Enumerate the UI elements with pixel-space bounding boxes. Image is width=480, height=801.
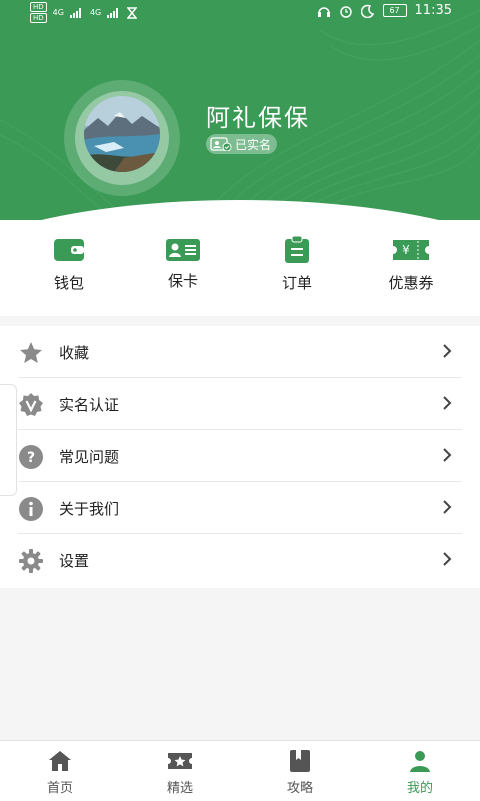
menu-label: 关于我们 — [59, 500, 120, 518]
status-bar: HD HD 4G 4G 67 11:35 — [0, 0, 480, 24]
quick-actions: 钱包 保卡 订单 ¥ 优惠券 — [0, 220, 480, 316]
settings-menu: 收藏 实名认证 ? 常见问题 关于我们 设置 — [0, 326, 480, 588]
featured-icon — [168, 753, 192, 769]
coupons-label: 优惠券 — [388, 274, 434, 292]
id-card-check-icon — [210, 137, 232, 151]
profile-icon — [410, 751, 430, 772]
nav-home[interactable]: 首页 — [0, 749, 120, 796]
username: 阿礼保保 — [206, 104, 310, 132]
orders-button[interactable]: 订单 — [247, 236, 347, 293]
avatar-landscape-image — [84, 96, 160, 172]
star-icon — [20, 342, 42, 363]
chevron-right-icon — [443, 396, 452, 410]
nav-guide[interactable]: 攻略 — [240, 749, 360, 796]
battery-icon: 67 — [382, 4, 407, 17]
nav-label: 精选 — [166, 781, 193, 796]
verified-badge: 已实名 — [206, 134, 278, 154]
menu-label: 收藏 — [59, 344, 90, 362]
wallet-label: 钱包 — [53, 274, 84, 292]
order-icon — [285, 236, 309, 263]
svg-text:¥: ¥ — [402, 243, 410, 257]
nav-profile[interactable]: 我的 — [360, 749, 480, 796]
orders-label: 订单 — [281, 274, 312, 292]
profile-header: HD HD 4G 4G 67 11:35 阿礼保保 已实名 — [0, 0, 480, 220]
insurance-card-button[interactable]: 保卡 — [133, 236, 233, 291]
signal-icon — [69, 7, 81, 18]
status-right: 67 11:35 — [317, 3, 452, 18]
bottom-nav: 首页 精选 攻略 我的 — [0, 740, 480, 801]
nav-label: 我的 — [406, 781, 433, 796]
verified-label: 已实名 — [235, 137, 272, 152]
wallet-icon — [54, 239, 84, 261]
nav-label: 攻略 — [286, 781, 313, 796]
chevron-right-icon — [443, 344, 452, 358]
headset-icon — [317, 6, 330, 17]
verify-icon — [19, 393, 43, 416]
nav-label: 首页 — [46, 781, 73, 796]
menu-item-favorites[interactable]: 收藏 — [0, 326, 480, 378]
chevron-right-icon — [443, 552, 452, 566]
network-label: 4G — [89, 8, 102, 17]
avatar[interactable] — [84, 96, 160, 172]
question-icon: ? — [19, 445, 43, 469]
nav-featured[interactable]: 精选 — [120, 749, 240, 796]
clock: 11:35 — [414, 3, 452, 18]
chevron-right-icon — [443, 448, 452, 462]
network-label: 4G — [52, 8, 64, 17]
svg-text:?: ? — [27, 450, 35, 466]
menu-label: 设置 — [59, 552, 90, 570]
menu-label: 常见问题 — [59, 448, 120, 466]
hd-tag: HD — [30, 2, 47, 12]
menu-item-faq[interactable]: ? 常见问题 — [0, 430, 480, 482]
hd-tag: HD — [30, 13, 47, 23]
menu-item-settings[interactable]: 设置 — [0, 534, 480, 586]
menu-item-verification[interactable]: 实名认证 — [0, 378, 480, 430]
card-icon — [166, 239, 200, 261]
chevron-right-icon — [443, 500, 452, 514]
wallet-button[interactable]: 钱包 — [19, 236, 119, 293]
guide-icon — [290, 750, 310, 772]
gear-icon — [19, 549, 43, 573]
insurance-card-label: 保卡 — [167, 272, 198, 290]
coupons-button[interactable]: ¥ 优惠券 — [361, 236, 461, 293]
info-icon — [19, 497, 43, 521]
signal-icon — [107, 7, 119, 18]
menu-item-about[interactable]: 关于我们 — [0, 482, 480, 534]
menu-label: 实名认证 — [59, 396, 120, 414]
moon-icon — [360, 4, 374, 18]
alarm-icon — [339, 5, 352, 18]
side-drawer-handle[interactable] — [0, 384, 17, 496]
hourglass-icon — [127, 6, 138, 19]
status-left: HD HD 4G 4G — [30, 2, 138, 23]
coupon-icon: ¥ — [393, 240, 429, 260]
home-icon — [49, 751, 71, 771]
